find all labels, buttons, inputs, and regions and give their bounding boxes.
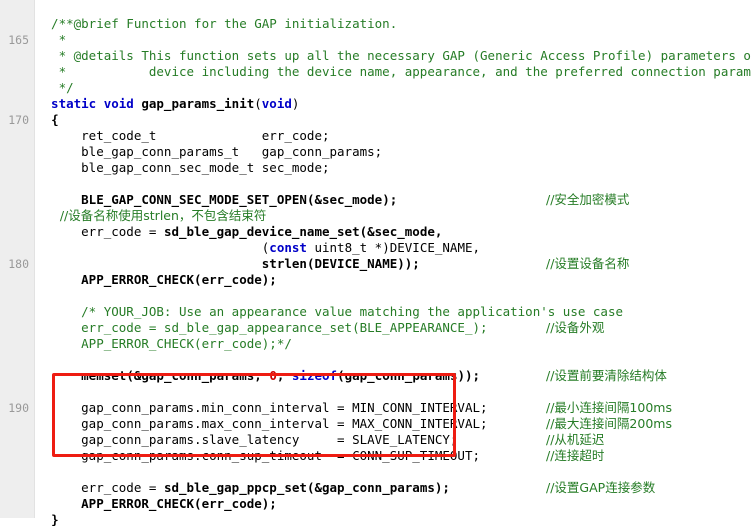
code-line[interactable]: { <box>36 112 59 128</box>
code-line[interactable]: err_code = sd_ble_gap_device_name_set(&s… <box>36 224 442 240</box>
code-line[interactable]: memset(&gap_conn_params, 0, sizeof(gap_c… <box>36 368 480 384</box>
code-line[interactable]: } <box>36 512 59 528</box>
code-token: } <box>51 512 59 527</box>
line-number: 165 <box>8 33 29 47</box>
code-token: APP_ERROR_CHECK <box>81 496 195 511</box>
code-line[interactable]: gap_conn_params.slave_latency = SLAVE_LA… <box>36 432 457 448</box>
code-token: sd_ble_gap_device_name_set <box>163 224 360 239</box>
code-token: err_code = <box>36 480 164 495</box>
code-line[interactable]: */ <box>36 80 74 96</box>
line-number: 170 <box>8 113 29 127</box>
code-token: sd_ble_gap_ppcp_set <box>163 480 307 495</box>
code-line[interactable]: ret_code_t err_code; <box>36 128 330 144</box>
code-line[interactable]: /* YOUR_JOB: Use an appearance value mat… <box>36 304 623 320</box>
code-line[interactable]: * <box>36 32 67 48</box>
code-token: gap_conn_params.slave_latency = SLAVE_LA… <box>36 432 458 447</box>
code-token: (&sec_mode, <box>359 224 443 239</box>
code-line[interactable]: //设备名称使用strlen，不包含结束符 <box>36 208 267 224</box>
inline-comment: //从机延迟 <box>546 432 605 447</box>
code-token: gap_params_init <box>141 96 255 111</box>
code-token: APP_ERROR_CHECK <box>81 272 195 287</box>
code-token: * device including the device name, appe… <box>36 64 751 79</box>
code-token: , <box>276 368 292 383</box>
code-line[interactable]: err_code = sd_ble_gap_appearance_set(BLE… <box>36 320 488 336</box>
code-line[interactable]: * @details This function sets up all the… <box>36 48 751 64</box>
code-line[interactable]: strlen(DEVICE_NAME)); <box>36 256 420 272</box>
code-token: ( <box>36 240 270 255</box>
code-line[interactable]: err_code = sd_ble_gap_ppcp_set(&gap_conn… <box>36 480 450 496</box>
code-token: (DEVICE_NAME)); <box>306 256 420 271</box>
code-token: (&gap_conn_params); <box>306 480 450 495</box>
code-token: (&gap_conn_params, <box>126 368 270 383</box>
code-token: gap_conn_params.max_conn_interval = MAX_… <box>36 416 488 431</box>
code-line[interactable]: /**@brief Function for the GAP initializ… <box>36 16 397 32</box>
code-token: (err_code); <box>194 496 277 511</box>
inline-comment: //设备外观 <box>546 320 605 335</box>
code-token: ) <box>291 96 300 111</box>
code-line[interactable]: ble_gap_conn_params_t gap_conn_params; <box>36 144 382 160</box>
code-token: * @details This function sets up all the… <box>36 48 751 63</box>
code-editor[interactable]: 165 170 180 190 /**@brief Function for the … <box>0 0 751 527</box>
code-token: gap_conn_params.min_conn_interval = MIN_… <box>36 400 488 415</box>
line-number: 180 <box>8 257 29 271</box>
code-line[interactable]: (const uint8_t *)DEVICE_NAME, <box>36 240 480 256</box>
code-token: (gap_conn_params)); <box>337 368 481 383</box>
code-token: uint8_t *)DEVICE_NAME, <box>306 240 481 255</box>
code-token: memset <box>81 368 127 383</box>
code-token: BLE_GAP_CONN_SEC_MODE_SET_OPEN <box>81 192 307 207</box>
line-number: 190 <box>8 401 29 415</box>
code-token: * <box>36 32 67 47</box>
line-number-gutter: 165 170 180 190 <box>0 0 35 518</box>
code-token: //设备名称使用strlen，不包含结束符 <box>36 208 267 223</box>
code-token: /* YOUR_JOB: Use an appearance value mat… <box>36 304 623 319</box>
code-content-area[interactable]: /**@brief Function for the GAP initializ… <box>36 0 751 527</box>
inline-comment: //最大连接间隔200ms <box>546 416 672 431</box>
code-line[interactable]: static void gap_params_init(void) <box>36 96 299 112</box>
code-line[interactable]: APP_ERROR_CHECK(err_code); <box>36 496 277 512</box>
inline-comment: //设置前要清除结构体 <box>546 368 667 383</box>
inline-comment: //设置GAP连接参数 <box>546 480 656 495</box>
code-token: ble_gap_conn_sec_mode_t sec_mode; <box>36 160 330 175</box>
code-token: gap_conn_params.conn_sup_timeout = CONN_… <box>36 448 481 463</box>
code-token: (&sec_mode); <box>306 192 398 207</box>
code-token: static void <box>36 96 142 111</box>
code-token: 0 <box>269 368 277 383</box>
code-token: { <box>51 112 59 127</box>
code-line[interactable]: APP_ERROR_CHECK(err_code);*/ <box>36 336 292 352</box>
inline-comment: //设置设备名称 <box>546 256 630 271</box>
code-token: strlen <box>261 256 307 271</box>
code-line[interactable]: gap_conn_params.max_conn_interval = MAX_… <box>36 416 488 432</box>
code-line[interactable]: ble_gap_conn_sec_mode_t sec_mode; <box>36 160 330 176</box>
code-token: (err_code); <box>194 272 277 287</box>
inline-comment: //最小连接间隔100ms <box>546 400 672 415</box>
code-token: ( <box>254 96 262 111</box>
code-line[interactable]: gap_conn_params.conn_sup_timeout = CONN_… <box>36 448 480 464</box>
code-token: /**@brief Function for the GAP initializ… <box>36 16 398 31</box>
code-token: */ <box>36 80 74 95</box>
code-token: err_code = sd_ble_gap_appearance_set(BLE… <box>36 320 488 335</box>
code-token: err_code = <box>36 224 164 239</box>
code-token: sizeof <box>291 368 338 383</box>
code-line[interactable]: gap_conn_params.min_conn_interval = MIN_… <box>36 400 488 416</box>
inline-comment: //安全加密模式 <box>546 192 630 207</box>
code-token: APP_ERROR_CHECK(err_code);*/ <box>36 336 292 351</box>
inline-comment: //连接超时 <box>546 448 605 463</box>
code-token: ble_gap_conn_params_t gap_conn_params; <box>36 144 383 159</box>
code-token: void <box>261 96 292 111</box>
code-line[interactable]: APP_ERROR_CHECK(err_code); <box>36 272 277 288</box>
code-token: ret_code_t err_code; <box>36 128 330 143</box>
code-line[interactable]: * device including the device name, appe… <box>36 64 751 80</box>
code-token: const <box>269 240 307 255</box>
code-line[interactable]: BLE_GAP_CONN_SEC_MODE_SET_OPEN(&sec_mode… <box>36 192 397 208</box>
